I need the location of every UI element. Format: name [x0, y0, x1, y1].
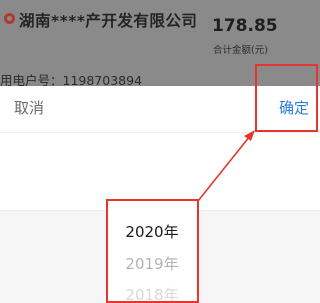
divider: [0, 132, 320, 133]
total-amount: 178.85: [212, 16, 278, 36]
total-amount-label: 合计金额(元): [213, 45, 268, 56]
cancel-button[interactable]: 取消: [12, 93, 46, 122]
record-icon: [4, 13, 15, 24]
annotation-box-year: [106, 199, 199, 303]
company-name: 湖南****产开发有限公司: [19, 12, 198, 30]
annotation-box-confirm: [255, 64, 318, 132]
